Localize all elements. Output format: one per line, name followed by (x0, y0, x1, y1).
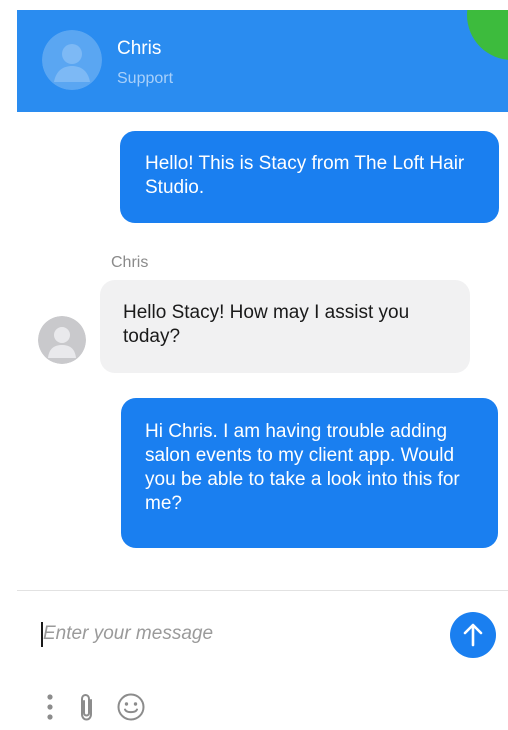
contact-avatar[interactable] (42, 30, 102, 90)
composer-divider (17, 590, 508, 591)
more-vertical-icon[interactable] (40, 690, 60, 724)
incoming-message-bubble: Hello Stacy! How may I assist you today? (100, 280, 470, 373)
message-input[interactable] (43, 617, 433, 651)
chat-header: Chris Support (17, 10, 508, 112)
smiley-icon[interactable] (114, 690, 148, 724)
paperclip-icon[interactable] (74, 690, 100, 724)
contact-name: Chris (117, 38, 162, 59)
sender-avatar (38, 316, 86, 364)
outgoing-message-bubble: Hello! This is Stacy from The Loft Hair … (120, 131, 499, 223)
arrow-up-icon (463, 623, 483, 647)
header-accent-shape (467, 10, 508, 60)
chat-page: Chris Support Hello! This is Stacy from … (0, 0, 508, 730)
user-avatar-icon (38, 316, 86, 364)
contact-role: Support (117, 70, 174, 87)
send-button[interactable] (450, 612, 496, 658)
chat-window: Chris Support Hello! This is Stacy from … (0, 0, 508, 730)
message-sender-name: Chris (111, 254, 149, 271)
user-avatar-icon (42, 30, 102, 90)
outgoing-message-bubble: Hi Chris. I am having trouble adding sal… (121, 398, 498, 548)
